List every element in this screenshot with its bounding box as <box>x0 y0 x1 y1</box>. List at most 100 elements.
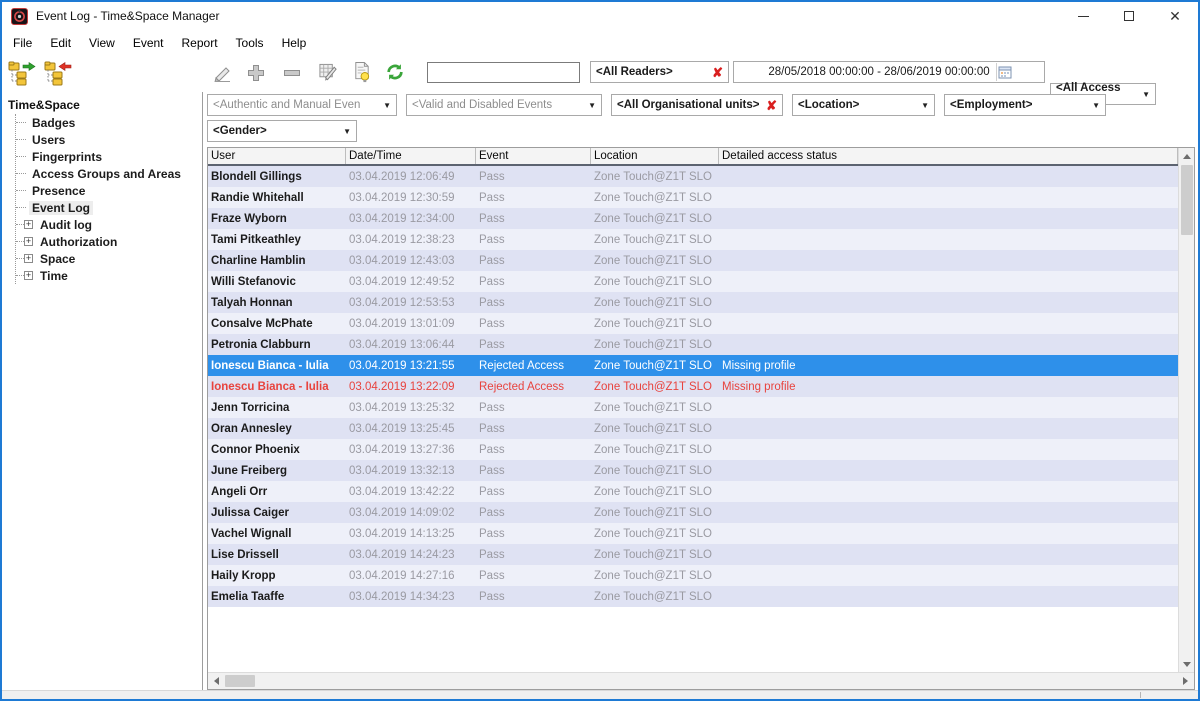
content-area: Time&Space BadgesUsersFingerprints Access… <box>2 92 1198 690</box>
close-button[interactable]: ✕ <box>1152 2 1198 30</box>
minimize-button[interactable] <box>1060 2 1106 30</box>
table-row[interactable]: Blondell Gillings03.04.2019 12:06:49Pass… <box>208 166 1178 187</box>
table-row[interactable]: Randie Whitehall03.04.2019 12:30:59PassZ… <box>208 187 1178 208</box>
scroll-left-button[interactable] <box>208 673 225 689</box>
validity-value: <Valid and Disabled Events <box>412 99 552 111</box>
gender-value: <Gender> <box>213 125 267 137</box>
chevron-down-icon: ▼ <box>337 127 351 136</box>
employment-filter[interactable]: <Employment> ▼ <box>944 94 1106 116</box>
cell-user: Ionescu Bianca - Iulia <box>208 360 346 372</box>
expand-plus-icon[interactable]: + <box>24 271 33 280</box>
cell-status: Missing profile <box>719 360 1178 372</box>
column-header-detailed-access-status[interactable]: Detailed access status <box>719 148 1178 164</box>
clear-readers-icon[interactable]: ✘ <box>706 66 723 79</box>
table-row[interactable]: Angeli Orr03.04.2019 13:42:22PassZone To… <box>208 481 1178 502</box>
scroll-right-button[interactable] <box>1177 673 1194 689</box>
cell-event: Pass <box>476 591 591 603</box>
vertical-scrollbar[interactable] <box>1178 148 1194 672</box>
sidebar-item-audit-log[interactable]: +Audit log <box>16 216 202 233</box>
table-row[interactable]: Jenn Torricina03.04.2019 13:25:32PassZon… <box>208 397 1178 418</box>
tree-add-icon[interactable] <box>8 61 36 86</box>
add-icon[interactable] <box>246 63 266 83</box>
sidebar-item-label: Event Log <box>29 201 93 215</box>
report-idea-icon[interactable] <box>352 62 372 82</box>
horizontal-scrollbar[interactable] <box>208 672 1194 689</box>
gender-filter[interactable]: <Gender> ▼ <box>207 120 357 142</box>
vertical-scroll-thumb[interactable] <box>1181 165 1193 235</box>
table-row[interactable]: Oran Annesley03.04.2019 13:25:45PassZone… <box>208 418 1178 439</box>
cell-location: Zone Touch@Z1T SLO <box>591 339 719 351</box>
calendar-icon[interactable] <box>996 63 1014 81</box>
cell-datetime: 03.04.2019 13:22:09 <box>346 381 476 393</box>
sidebar-item-fingerprints[interactable]: Fingerprints <box>16 148 202 165</box>
sidebar-item-time[interactable]: +Time <box>16 267 202 284</box>
table-row[interactable]: Lise Drissell03.04.2019 14:24:23PassZone… <box>208 544 1178 565</box>
cell-user: Consalve McPhate <box>208 318 346 330</box>
pencil-icon[interactable] <box>212 63 232 83</box>
expand-plus-icon[interactable]: + <box>24 220 33 229</box>
column-header-event[interactable]: Event <box>476 148 591 164</box>
sidebar-item-event-log[interactable]: Event Log <box>16 199 202 216</box>
remove-icon[interactable] <box>282 63 302 83</box>
cell-user: Blondell Gillings <box>208 171 346 183</box>
scroll-up-button[interactable] <box>1179 148 1194 164</box>
menu-item-tools[interactable]: Tools <box>227 33 273 53</box>
sidebar-item-users[interactable]: Users <box>16 131 202 148</box>
column-header-user[interactable]: User <box>208 148 346 164</box>
table-row[interactable]: Willi Stefanovic03.04.2019 12:49:52PassZ… <box>208 271 1178 292</box>
cell-datetime: 03.04.2019 12:38:23 <box>346 234 476 246</box>
scroll-down-button[interactable] <box>1179 656 1194 672</box>
table-row[interactable]: Talyah Honnan03.04.2019 12:53:53PassZone… <box>208 292 1178 313</box>
sidebar-item-authorization[interactable]: +Authorization <box>16 233 202 250</box>
maximize-icon <box>1124 11 1134 21</box>
grid-header: UserDate/TimeEventLocationDetailed acces… <box>208 148 1178 166</box>
cell-datetime: 03.04.2019 13:06:44 <box>346 339 476 351</box>
table-row[interactable]: Vachel Wignall03.04.2019 14:13:25PassZon… <box>208 523 1178 544</box>
clear-org-units-icon[interactable]: ✘ <box>760 99 777 112</box>
menu-item-edit[interactable]: Edit <box>41 33 80 53</box>
table-row[interactable]: Charline Hamblin03.04.2019 12:43:03PassZ… <box>208 250 1178 271</box>
menu-item-event[interactable]: Event <box>124 33 173 53</box>
org-units-filter[interactable]: <All Organisational units> ✘ <box>611 94 783 116</box>
table-row[interactable]: Petronia Clabburn03.04.2019 13:06:44Pass… <box>208 334 1178 355</box>
date-range-field[interactable]: 28/05/2018 00:00:00 - 28/06/2019 00:00:0… <box>733 61 1045 83</box>
table-row[interactable]: Ionescu Bianca - Iulia03.04.2019 13:22:0… <box>208 376 1178 397</box>
table-row[interactable]: Julissa Caiger03.04.2019 14:09:02PassZon… <box>208 502 1178 523</box>
grid-edit-icon[interactable] <box>318 62 338 82</box>
tree-root-timespace[interactable]: Time&Space <box>8 98 202 112</box>
expand-plus-icon[interactable]: + <box>24 237 33 246</box>
menu-item-file[interactable]: File <box>4 33 41 53</box>
sidebar-item-presence[interactable]: Presence <box>16 182 202 199</box>
readers-filter[interactable]: <All Readers> ✘ <box>590 61 729 83</box>
sidebar-item-access-groups-and-areas[interactable]: Access Groups and Areas <box>16 165 202 182</box>
cell-user: Oran Annesley <box>208 423 346 435</box>
table-row[interactable]: Ionescu Bianca - Iulia03.04.2019 13:21:5… <box>208 355 1178 376</box>
table-row[interactable]: Haily Kropp03.04.2019 14:27:16PassZone T… <box>208 565 1178 586</box>
column-header-location[interactable]: Location <box>591 148 719 164</box>
column-header-date-time[interactable]: Date/Time <box>346 148 476 164</box>
expand-plus-icon[interactable]: + <box>24 254 33 263</box>
sidebar-item-badges[interactable]: Badges <box>16 114 202 131</box>
refresh-icon[interactable] <box>385 62 405 82</box>
sidebar-item-space[interactable]: +Space <box>16 250 202 267</box>
maximize-button[interactable] <box>1106 2 1152 30</box>
menu-item-view[interactable]: View <box>80 33 124 53</box>
table-row[interactable]: Consalve McPhate03.04.2019 13:01:09PassZ… <box>208 313 1178 334</box>
validity-filter[interactable]: <Valid and Disabled Events ▼ <box>406 94 602 116</box>
table-row[interactable]: Tami Pitkeathley03.04.2019 12:38:23PassZ… <box>208 229 1178 250</box>
event-type-filter[interactable]: <Authentic and Manual Even ▼ <box>207 94 397 116</box>
horizontal-scroll-thumb[interactable] <box>225 675 255 687</box>
table-row[interactable]: Fraze Wyborn03.04.2019 12:34:00PassZone … <box>208 208 1178 229</box>
menu-item-report[interactable]: Report <box>173 33 227 53</box>
cell-user: Charline Hamblin <box>208 255 346 267</box>
location-filter[interactable]: <Location> ▼ <box>792 94 935 116</box>
cell-location: Zone Touch@Z1T SLO <box>591 444 719 456</box>
table-row[interactable]: Connor Phoenix03.04.2019 13:27:36PassZon… <box>208 439 1178 460</box>
search-input[interactable] <box>427 62 580 83</box>
tree-remove-icon[interactable] <box>44 61 72 86</box>
cell-location: Zone Touch@Z1T SLO <box>591 402 719 414</box>
table-row[interactable]: Emelia Taaffe03.04.2019 14:34:23PassZone… <box>208 586 1178 607</box>
sidebar-item-label: Access Groups and Areas <box>29 167 184 181</box>
menu-item-help[interactable]: Help <box>273 33 316 53</box>
table-row[interactable]: June Freiberg03.04.2019 13:32:13PassZone… <box>208 460 1178 481</box>
